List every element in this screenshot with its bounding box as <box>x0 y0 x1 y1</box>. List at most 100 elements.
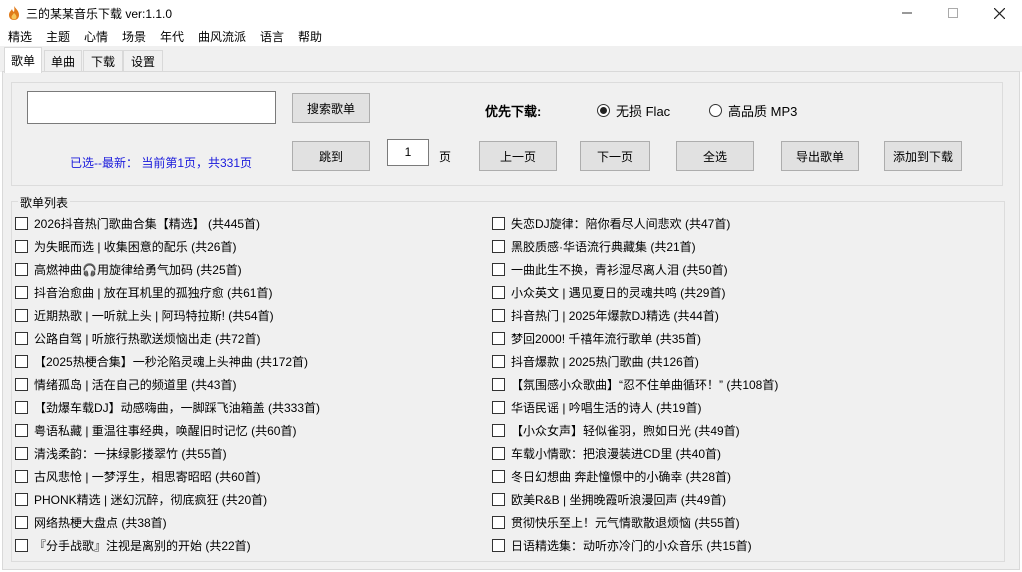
close-button[interactable] <box>976 0 1022 26</box>
jump-button[interactable]: 跳到 <box>292 141 370 171</box>
playlist-checkbox-item[interactable]: 抖音热门 | 2025年爆款DJ精选 (共44首) <box>492 306 719 324</box>
checkbox-icon[interactable] <box>15 423 28 437</box>
app-flame-icon <box>9 6 19 20</box>
maximize-button[interactable] <box>930 0 976 26</box>
checkbox-icon[interactable] <box>492 377 505 391</box>
checkbox-icon[interactable] <box>492 308 505 322</box>
playlist-item-label: 公路自驾 | 听旅行热歌送烦恼出走 (共72首) <box>34 331 261 346</box>
playlist-item-label: 冬日幻想曲 奔赴憧憬中的小确幸 (共28首) <box>511 469 732 484</box>
playlist-checkbox-item[interactable]: 网络热梗大盘点 (共38首) <box>15 513 167 531</box>
playlist-item-label: 失恋DJ旋律：陪你看尽人间悲欢 (共47首) <box>511 216 731 231</box>
playlist-checkbox-item[interactable]: 抖音治愈曲 | 放在耳机里的孤独疗愈 (共61首) <box>15 283 272 301</box>
checkbox-icon[interactable] <box>492 262 505 276</box>
playlist-checkbox-item[interactable]: 一曲此生不换，青衫湿尽离人泪 (共50首) <box>492 260 728 278</box>
playlist-checkbox-item[interactable]: 【小众女声】轻似雀羽，煦如日光 (共49首) <box>492 421 740 439</box>
playlist-item-label: 情绪孤岛 | 活在自己的频道里 (共43首) <box>34 377 237 392</box>
checkbox-icon[interactable] <box>15 239 28 253</box>
next-page-button[interactable]: 下一页 <box>580 141 650 171</box>
checkbox-icon[interactable] <box>492 469 505 483</box>
menu-item-featured[interactable]: 精选 <box>8 28 32 45</box>
playlist-checkbox-item[interactable]: 高燃神曲🎧用旋律给勇气加码 (共25首) <box>15 260 242 278</box>
checkbox-icon[interactable] <box>15 285 28 299</box>
checkbox-icon[interactable] <box>15 538 28 552</box>
playlist-checkbox-item[interactable]: 失恋DJ旋律：陪你看尽人间悲欢 (共47首) <box>492 214 730 232</box>
playlist-checkbox-item[interactable]: 清浅柔韵：一抹绿影搂翠竹 (共55首) <box>15 444 227 462</box>
menu-item-era[interactable]: 年代 <box>160 28 184 45</box>
checkbox-icon[interactable] <box>15 262 28 276</box>
checkbox-icon[interactable] <box>15 492 28 506</box>
playlist-checkbox-item[interactable]: 【氛围感小众歌曲】“忍不住单曲循环！” (共108首) <box>492 375 778 393</box>
radio-mp3-label: 高品质 MP3 <box>728 104 798 119</box>
tab-download[interactable]: 下载 <box>83 50 123 72</box>
menu-item-mood[interactable]: 心情 <box>84 28 108 45</box>
playlist-checkbox-item[interactable]: 贯彻快乐至上！元气情歌散退烦恼 (共55首) <box>492 513 740 531</box>
playlist-checkbox-item[interactable]: 情绪孤岛 | 活在自己的频道里 (共43首) <box>15 375 236 393</box>
menu-item-help[interactable]: 帮助 <box>298 28 322 45</box>
menu-item-scene[interactable]: 场景 <box>122 28 146 45</box>
playlist-checkbox-item[interactable]: 公路自驾 | 听旅行热歌送烦恼出走 (共72首) <box>15 329 260 347</box>
menu-item-language[interactable]: 语言 <box>260 28 284 45</box>
checkbox-icon[interactable] <box>492 239 505 253</box>
playlist-checkbox-item[interactable]: 冬日幻想曲 奔赴憧憬中的小确幸 (共28首) <box>492 467 731 485</box>
tab-single[interactable]: 单曲 <box>44 50 82 72</box>
radio-lossless-flac[interactable]: 无损 Flac <box>597 101 670 120</box>
checkbox-icon[interactable] <box>15 354 28 368</box>
checkbox-icon[interactable] <box>15 331 28 345</box>
export-playlist-button[interactable]: 导出歌单 <box>781 141 859 171</box>
checkbox-icon[interactable] <box>15 515 28 529</box>
tab-playlist[interactable]: 歌单 <box>4 47 42 73</box>
playlist-checkbox-item[interactable]: 粤语私藏 | 重温往事经典，唤醒旧时记忆 (共60首) <box>15 421 296 439</box>
playlist-checkbox-item[interactable]: 抖音爆款 | 2025热门歌曲 (共126首) <box>492 352 699 370</box>
tab-settings[interactable]: 设置 <box>123 50 163 72</box>
playlist-checkbox-item[interactable]: 近期热歌 | 一听就上头 | 阿玛特拉斯! (共54首) <box>15 306 274 324</box>
radio-hq-mp3[interactable]: 高品质 MP3 <box>709 101 797 120</box>
search-input[interactable] <box>27 91 276 124</box>
playlist-item-label: 古风悲怆 | 一梦浮生，相思寄昭昭 (共60首) <box>34 469 261 484</box>
playlist-item-label: 【小众女声】轻似雀羽，煦如日光 (共49首) <box>511 423 740 438</box>
playlist-checkbox-item[interactable]: 欧美R&B | 坐拥晚霞听浪漫回声 (共49首) <box>492 490 726 508</box>
playlist-item-label: 近期热歌 | 一听就上头 | 阿玛特拉斯! (共54首) <box>34 308 274 323</box>
checkbox-icon[interactable] <box>15 377 28 391</box>
playlist-checkbox-item[interactable]: 【劲爆车载DJ】动感嗨曲，一脚踩飞油箱盖 (共333首) <box>15 398 320 416</box>
title-bar: 三的某某音乐下载 ver:1.1.0 <box>0 0 1022 26</box>
playlist-checkbox-item[interactable]: 【2025热梗合集】一秒沦陷灵魂上头神曲 (共172首) <box>15 352 308 370</box>
checkbox-icon[interactable] <box>492 538 505 552</box>
menu-item-theme[interactable]: 主题 <box>46 28 70 45</box>
search-playlist-button[interactable]: 搜索歌单 <box>292 93 370 123</box>
playlist-checkbox-item[interactable]: 日语精选集：动听亦冷门的小众音乐 (共15首) <box>492 536 752 554</box>
playlist-checkbox-item[interactable]: 古风悲怆 | 一梦浮生，相思寄昭昭 (共60首) <box>15 467 260 485</box>
playlist-checkbox-item[interactable]: 小众英文 | 遇见夏日的灵魂共鸣 (共29首) <box>492 283 725 301</box>
playlist-checkbox-item[interactable]: 梦回2000! 千禧年流行歌单 (共35首) <box>492 329 701 347</box>
playlist-checkbox-item[interactable]: 2026抖音热门歌曲合集【精选】 (共445首) <box>15 214 260 232</box>
playlist-checkbox-item[interactable]: 为失眠而选 | 收集困意的配乐 (共26首) <box>15 237 236 255</box>
menu-item-genre[interactable]: 曲风流派 <box>198 28 246 45</box>
minimize-button[interactable] <box>884 0 930 26</box>
checkbox-icon[interactable] <box>15 400 28 414</box>
checkbox-icon[interactable] <box>492 515 505 529</box>
playlist-item-label: 贯彻快乐至上！元气情歌散退烦恼 (共55首) <box>511 515 740 530</box>
prev-page-button[interactable]: 上一页 <box>479 141 557 171</box>
playlist-checkbox-item[interactable]: 黑胶质感·华语流行典藏集 (共21首) <box>492 237 696 255</box>
menu-bar: 精选 主题 心情 场景 年代 曲风流派 语言 帮助 <box>0 26 1022 46</box>
playlist-checkbox-item[interactable]: 华语民谣 | 吟唱生活的诗人 (共19首) <box>492 398 701 416</box>
checkbox-icon[interactable] <box>492 216 505 230</box>
checkbox-icon[interactable] <box>492 446 505 460</box>
checkbox-icon[interactable] <box>492 492 505 506</box>
checkbox-icon[interactable] <box>15 308 28 322</box>
checkbox-icon[interactable] <box>492 423 505 437</box>
checkbox-icon[interactable] <box>15 469 28 483</box>
add-to-download-button[interactable]: 添加到下载 <box>884 141 962 171</box>
checkbox-icon[interactable] <box>492 354 505 368</box>
checkbox-icon[interactable] <box>15 446 28 460</box>
checkbox-icon[interactable] <box>492 331 505 345</box>
checkbox-icon[interactable] <box>15 216 28 230</box>
playlist-checkbox-item[interactable]: 车载小情歌：把浪漫装进CD里 (共40首) <box>492 444 721 462</box>
checkbox-icon[interactable] <box>492 285 505 299</box>
playlist-item-label: 日语精选集：动听亦冷门的小众音乐 (共15首) <box>511 538 752 553</box>
checkbox-icon[interactable] <box>492 400 505 414</box>
select-all-button[interactable]: 全选 <box>676 141 754 171</box>
playlist-checkbox-item[interactable]: PHONK精选 | 迷幻沉醉，彻底疯狂 (共20首) <box>15 490 267 508</box>
tab-strip: 歌单 单曲 下载 设置 <box>0 46 1022 73</box>
page-number-input[interactable]: 1 <box>387 139 429 166</box>
playlist-checkbox-item[interactable]: 『分手战歌』注视是离别的开始 (共22首) <box>15 536 251 554</box>
